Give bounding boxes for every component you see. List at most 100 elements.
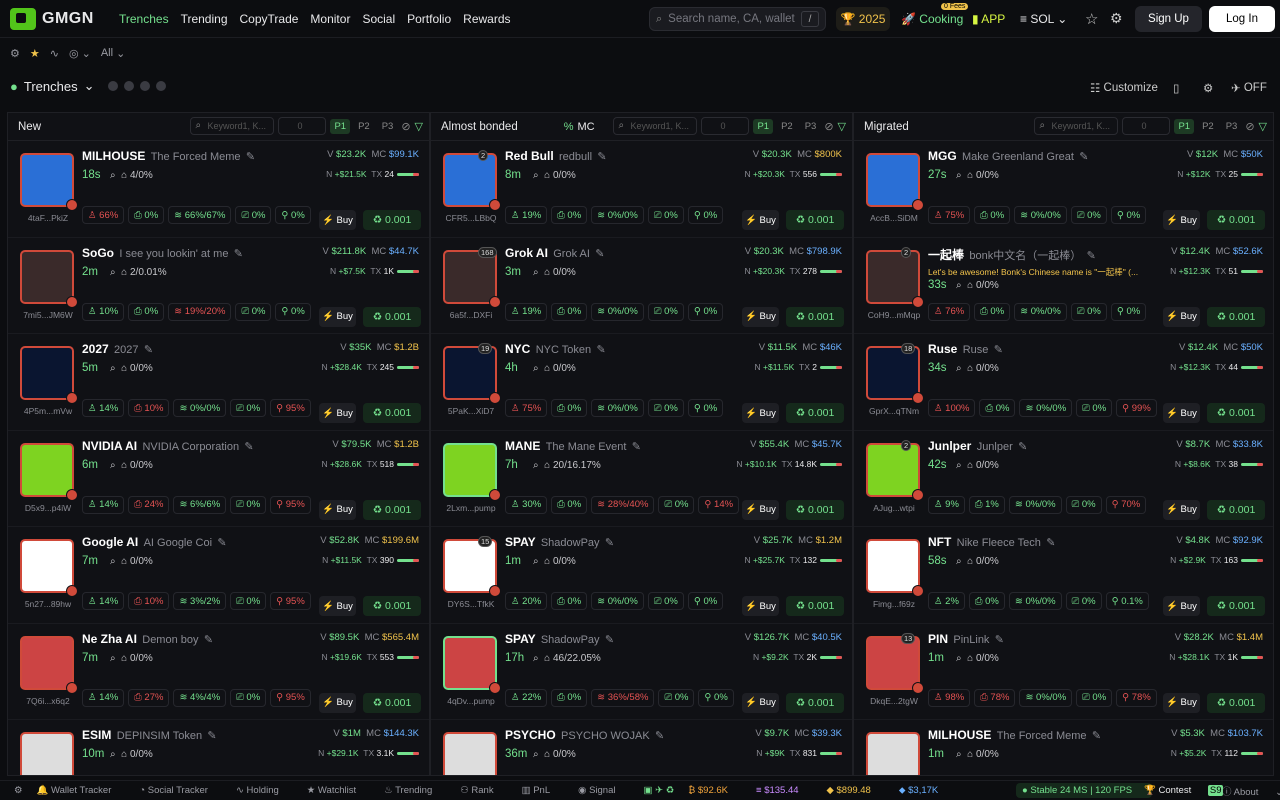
buy-button[interactable]: ⚡ Buy — [742, 403, 779, 423]
token-name[interactable]: Red Bull redbull ✎ — [505, 149, 735, 163]
token-address[interactable]: 4P5m...mVw — [18, 406, 78, 416]
chart-icon[interactable]: ∿ — [50, 47, 59, 60]
quick-buy-amount[interactable]: ♻ 0.001 — [786, 306, 844, 327]
token-avatar[interactable] — [20, 249, 74, 304]
footer-pnl[interactable]: ▥ PnL — [522, 785, 565, 796]
search-icon[interactable]: ⌕ — [956, 749, 962, 760]
quick-buy-amount[interactable]: ♻ 0.001 — [363, 210, 421, 230]
token-name[interactable]: Junlper Junlper ✎ — [928, 439, 1158, 453]
gear-icon[interactable]: ⚙ — [1110, 10, 1123, 27]
token-row[interactable]: D5x9...p4iW NVIDIA AI NVIDIA Corporation … — [8, 431, 429, 527]
token-avatar[interactable] — [866, 346, 920, 400]
token-name[interactable]: NVIDIA AI NVIDIA Corporation ✎ — [82, 439, 312, 453]
token-name[interactable]: MANE The Mane Event ✎ — [505, 439, 735, 453]
token-name[interactable]: PIN PinLink ✎ — [928, 632, 1158, 646]
search-icon[interactable]: ⌕ — [956, 556, 962, 567]
filter-icon[interactable]: ▽ — [838, 120, 846, 133]
token-avatar[interactable] — [866, 249, 920, 304]
search-icon[interactable]: ⌕ — [533, 749, 539, 760]
search-icon[interactable]: ⌕ — [956, 460, 962, 471]
quick-buy-amount[interactable]: ♻ 0.001 — [786, 596, 844, 616]
token-avatar[interactable] — [20, 732, 74, 775]
trenches-header[interactable]: ● Trenches ⌄ — [10, 78, 167, 94]
search-icon[interactable]: ⌕ — [110, 267, 116, 278]
bookmark-icon[interactable]: ▯ — [1173, 81, 1179, 95]
token-avatar[interactable] — [866, 153, 920, 207]
token-row[interactable]: ESIM DEPINSIM Token ✎ 10m ⌕ ⌂ 0/0% V $1M MC… — [8, 720, 429, 775]
token-row[interactable]: 19 5PaK...XiD7 NYC NYC Token ✎ 4h ⌕ ⌂ 0/0% V … — [431, 334, 852, 431]
quick-buy-amount[interactable]: ♻ 0.001 — [363, 596, 421, 616]
footer-signal[interactable]: ◉ Signal — [578, 785, 629, 796]
page-p1[interactable]: P1 — [330, 118, 351, 134]
token-name[interactable]: NFT Nike Fleece Tech ✎ — [928, 535, 1158, 549]
token-row[interactable]: AccB...SiDM MGG Make Greenland Great ✎ 27s… — [854, 141, 1273, 238]
edit-icon[interactable]: ✎ — [596, 344, 605, 356]
token-name[interactable]: PSYCHO PSYCHO WOJAK ✎ — [505, 728, 735, 742]
search-icon[interactable]: ⌕ — [533, 653, 539, 664]
nav-trending[interactable]: Trending — [181, 12, 228, 26]
search-icon[interactable]: ⌕ — [110, 749, 116, 760]
token-row[interactable]: PSYCHO PSYCHO WOJAK ✎ 36m ⌕ ⌂ 0/0% V $9.7K … — [431, 720, 852, 775]
buy-button[interactable]: ⚡ Buy — [319, 499, 356, 520]
min-input[interactable]: 0 — [1122, 117, 1171, 135]
edit-icon[interactable]: ✎ — [207, 730, 216, 742]
nav-social[interactable]: Social — [362, 12, 395, 26]
token-address[interactable]: Fimg...f69z — [864, 599, 924, 609]
nav-copytrade[interactable]: CopyTrade — [240, 12, 299, 26]
token-name[interactable]: MGG Make Greenland Great ✎ — [928, 149, 1158, 163]
search-icon[interactable]: ⌕ — [956, 170, 962, 181]
keyword-input[interactable]: Keyword1, K... — [613, 117, 698, 135]
token-name[interactable]: MILHOUSE The Forced Meme ✎ — [82, 149, 312, 163]
token-avatar[interactable] — [20, 153, 74, 207]
mute-icon[interactable]: ⊘ — [1245, 120, 1254, 133]
buy-button[interactable]: ⚡ Buy — [1163, 596, 1200, 616]
buy-button[interactable]: ⚡ Buy — [319, 403, 356, 423]
token-address[interactable]: AccB...SiDM — [864, 213, 924, 223]
star-filter-icon[interactable]: ★ — [30, 47, 40, 60]
buy-button[interactable]: ⚡ Buy — [1163, 499, 1200, 520]
token-avatar[interactable] — [866, 732, 920, 775]
token-address[interactable]: 6a5f...DXFi — [441, 310, 501, 320]
edit-icon[interactable]: ✎ — [1087, 250, 1096, 262]
token-row[interactable]: MILHOUSE The Forced Meme ✎ 1m ⌕ ⌂ 0/0% V $5… — [854, 720, 1273, 775]
token-avatar[interactable] — [20, 442, 74, 497]
token-name[interactable]: SPAY ShadowPay ✎ — [505, 535, 735, 549]
buy-button[interactable]: ⚡ Buy — [319, 306, 356, 327]
footer-wallet-tracker[interactable]: 🔔 Wallet Tracker — [37, 785, 126, 796]
token-row[interactable]: 4P5m...mVw 2027 2027 ✎ 5m ⌕ ⌂ 0/0% V $35K MC… — [8, 334, 429, 431]
footer-trending[interactable]: ♨ Trending — [384, 785, 446, 796]
footer-settings-icon[interactable]: ⚙ — [14, 785, 23, 796]
quick-buy-amount[interactable]: ♻ 0.001 — [786, 692, 844, 713]
quick-buy-amount[interactable]: ♻ 0.001 — [363, 306, 421, 327]
page-p3[interactable]: P3 — [1222, 119, 1242, 134]
token-name[interactable]: Ruse Ruse ✎ — [928, 342, 1158, 356]
search-icon[interactable]: ⌕ — [110, 556, 116, 567]
edit-icon[interactable]: ✎ — [994, 344, 1003, 356]
token-address[interactable]: 5n27...89hw — [18, 599, 78, 609]
token-row[interactable]: 168 6a5f...DXFi Grok AI Grok AI ✎ 3m ⌕ ⌂ 0/0… — [431, 238, 852, 334]
token-avatar[interactable] — [866, 442, 920, 497]
token-address[interactable]: 7Q6i...x6q2 — [18, 696, 78, 706]
edit-icon[interactable]: ✎ — [1079, 151, 1088, 163]
customize-button[interactable]: ☷ Customize — [1090, 81, 1158, 95]
sort-mc[interactable]: MC — [578, 121, 595, 133]
token-avatar[interactable] — [443, 732, 497, 775]
token-row[interactable]: 2 CFR5...LBbQ Red Bull redbull ✎ 8m ⌕ ⌂ 0/0%… — [431, 141, 852, 238]
quick-buy-amount[interactable]: ♻ 0.001 — [1207, 596, 1265, 616]
token-avatar[interactable] — [20, 635, 74, 690]
quick-buy-amount[interactable]: ♻ 0.001 — [363, 499, 421, 520]
sort-percent-icon[interactable]: % — [564, 121, 574, 133]
token-name[interactable]: Ne Zha AI Demon boy ✎ — [82, 632, 312, 646]
token-avatar[interactable] — [443, 539, 497, 593]
token-address[interactable]: 2Lxm...pump — [441, 503, 501, 513]
star-icon[interactable]: ☆ — [1085, 10, 1098, 28]
token-avatar[interactable] — [443, 153, 497, 207]
quick-buy-amount[interactable]: ♻ 0.001 — [1207, 692, 1265, 713]
token-name[interactable]: NYC NYC Token ✎ — [505, 342, 735, 356]
token-name[interactable]: Grok AI Grok AI ✎ — [505, 246, 735, 260]
min-input[interactable]: 0 — [278, 117, 327, 135]
chevron-down-icon[interactable]: ⌄ — [116, 47, 125, 60]
buy-button[interactable]: ⚡ Buy — [1163, 692, 1200, 713]
mute-icon[interactable]: ⊘ — [401, 120, 410, 133]
search-icon[interactable]: ⌕ — [533, 267, 539, 278]
